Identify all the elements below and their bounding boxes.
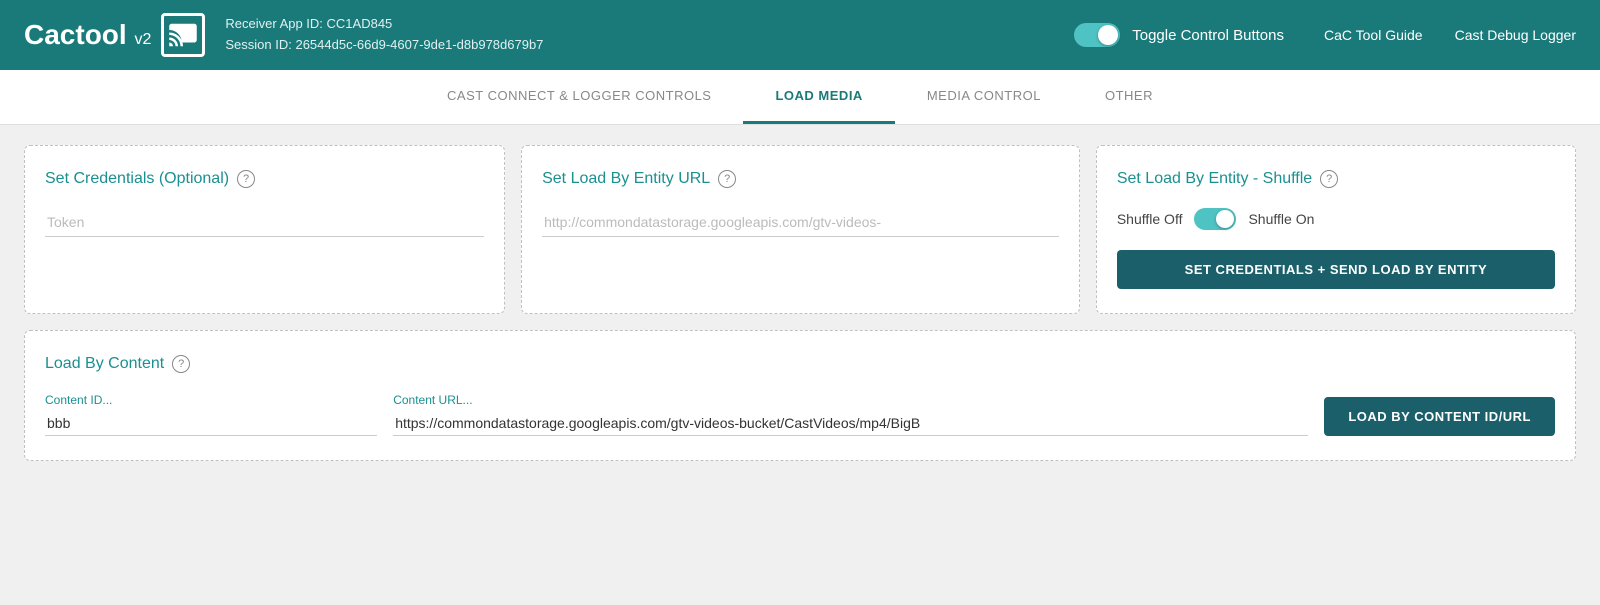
entity-url-card-title: Set Load By Entity URL ?	[542, 170, 1059, 188]
load-content-title-text: Load By Content	[45, 355, 164, 373]
load-by-content-button[interactable]: LOAD BY CONTENT ID/URL	[1324, 397, 1555, 436]
logo-area: Cactool v2	[24, 13, 205, 57]
tab-cast-connect[interactable]: CAST CONNECT & LOGGER CONTROLS	[415, 70, 743, 124]
entity-url-help-icon[interactable]: ?	[718, 170, 736, 188]
cast-svg-icon	[168, 20, 198, 50]
content-url-group: Content URL... https://commondatastorage…	[393, 393, 1308, 436]
tabs-nav: CAST CONNECT & LOGGER CONTROLS LOAD MEDI…	[0, 70, 1600, 125]
logo-text: Cactool v2	[24, 19, 151, 51]
shuffle-toggle[interactable]	[1194, 208, 1236, 230]
tab-media-control[interactable]: MEDIA CONTROL	[895, 70, 1073, 124]
cast-debug-logger-link[interactable]: Cast Debug Logger	[1455, 27, 1576, 43]
toggle-area: Toggle Control Buttons	[1074, 23, 1284, 47]
header-links: CaC Tool Guide Cast Debug Logger	[1324, 27, 1576, 43]
content-id-label: Content ID...	[45, 393, 377, 407]
shuffle-off-label: Shuffle Off	[1117, 211, 1183, 227]
main-content: Set Credentials (Optional) ? Set Load By…	[0, 125, 1600, 605]
shuffle-on-label: Shuffle On	[1248, 211, 1314, 227]
toggle-label: Toggle Control Buttons	[1132, 27, 1284, 44]
entity-url-card: Set Load By Entity URL ?	[521, 145, 1080, 314]
content-url-value[interactable]: https://commondatastorage.googleapis.com…	[393, 411, 1308, 436]
token-input[interactable]	[45, 208, 484, 237]
control-buttons-toggle[interactable]	[1074, 23, 1120, 47]
entity-url-title-text: Set Load By Entity URL	[542, 170, 710, 188]
shuffle-toggle-row: Shuffle Off Shuffle On	[1117, 208, 1555, 230]
cast-icon	[161, 13, 205, 57]
session-id: Session ID: 26544d5c-66d9-4607-9de1-d8b9…	[225, 35, 1074, 56]
cac-tool-guide-link[interactable]: CaC Tool Guide	[1324, 27, 1423, 43]
credentials-card-title: Set Credentials (Optional) ?	[45, 170, 484, 188]
header-info: Receiver App ID: CC1AD845 Session ID: 26…	[225, 14, 1074, 56]
content-id-value[interactable]: bbb	[45, 411, 377, 436]
logo-brand: Cactool	[24, 19, 127, 50]
logo-version: v2	[134, 31, 151, 48]
shuffle-card: Set Load By Entity - Shuffle ? Shuffle O…	[1096, 145, 1576, 314]
credentials-card: Set Credentials (Optional) ?	[24, 145, 505, 314]
receiver-app-id: Receiver App ID: CC1AD845	[225, 14, 1074, 35]
shuffle-help-icon[interactable]: ?	[1320, 170, 1338, 188]
credentials-title-text: Set Credentials (Optional)	[45, 170, 229, 188]
load-content-card: Load By Content ? Content ID... bbb Cont…	[24, 330, 1576, 461]
load-content-help-icon[interactable]: ?	[172, 355, 190, 373]
content-url-label: Content URL...	[393, 393, 1308, 407]
tab-other[interactable]: OTHER	[1073, 70, 1185, 124]
content-id-group: Content ID... bbb	[45, 393, 377, 436]
load-content-card-title: Load By Content ?	[45, 355, 1555, 373]
top-cards-row: Set Credentials (Optional) ? Set Load By…	[24, 145, 1576, 314]
shuffle-card-title: Set Load By Entity - Shuffle ?	[1117, 170, 1555, 188]
tab-load-media[interactable]: LOAD MEDIA	[743, 70, 894, 124]
credentials-help-icon[interactable]: ?	[237, 170, 255, 188]
content-fields-row: Content ID... bbb Content URL... https:/…	[45, 393, 1555, 436]
app-header: Cactool v2 Receiver App ID: CC1AD845 Ses…	[0, 0, 1600, 70]
set-credentials-send-load-button[interactable]: SET CREDENTIALS + SEND LOAD BY ENTITY	[1117, 250, 1555, 289]
shuffle-title-text: Set Load By Entity - Shuffle	[1117, 170, 1312, 188]
entity-url-input[interactable]	[542, 208, 1059, 237]
